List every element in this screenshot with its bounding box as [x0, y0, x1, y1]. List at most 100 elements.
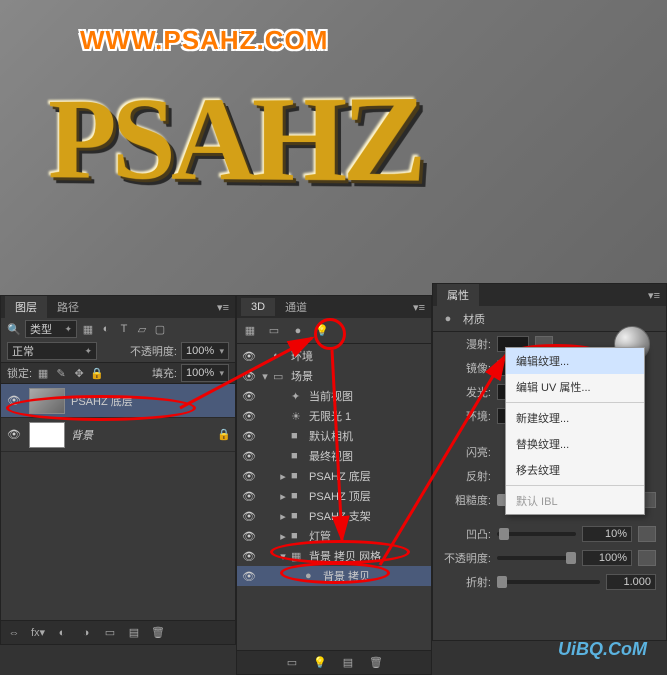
- mask-icon[interactable]: ◐: [55, 626, 69, 640]
- fill-label: 填充:: [152, 365, 177, 381]
- 3d-item[interactable]: 👁■默认相机: [237, 426, 431, 446]
- texture-context-menu: 编辑纹理... 编辑 UV 属性... 新建纹理... 替换纹理... 移去纹理…: [505, 347, 645, 515]
- visibility-icon[interactable]: 👁: [241, 410, 257, 423]
- 3d-item[interactable]: 👁▾▦背景 拷贝 网格: [237, 546, 431, 566]
- reflect-label: 反射:: [443, 468, 491, 484]
- new-icon[interactable]: ▤: [341, 656, 355, 670]
- tab-paths[interactable]: 路径: [47, 296, 89, 318]
- 3d-item[interactable]: 👁▸■PSAHZ 支架: [237, 506, 431, 526]
- adjustment-icon[interactable]: ◑: [79, 626, 93, 640]
- bump-value[interactable]: 10%: [582, 526, 632, 542]
- tab-channels[interactable]: 通道: [275, 296, 317, 318]
- opacity-slider[interactable]: [497, 556, 576, 560]
- visibility-icon[interactable]: 👁: [241, 350, 257, 363]
- ctx-edit-texture[interactable]: 编辑纹理...: [506, 348, 644, 374]
- tab-3d[interactable]: 3D: [241, 298, 275, 316]
- 3d-item[interactable]: 👁▾▭场景: [237, 366, 431, 386]
- filter-kind-select[interactable]: 类型✦: [25, 320, 77, 338]
- opacity-label: 不透明度:: [130, 343, 177, 359]
- filter-pixel-icon[interactable]: ▦: [81, 322, 95, 336]
- 3d-panel: 3D 通道 ▾≡ ▦ ▭ ● 💡 👁◐环境 👁 ▾ ▭ 场景 👁✦当前视图 👁☀无限光…: [236, 295, 432, 675]
- visibility-icon[interactable]: 👁: [241, 470, 257, 483]
- fill-value[interactable]: 100%▾: [181, 364, 229, 382]
- ctx-replace-texture[interactable]: 替换纹理...: [506, 431, 644, 457]
- bump-label: 凹凸:: [443, 526, 491, 542]
- visibility-icon[interactable]: 👁: [241, 510, 257, 523]
- visibility-icon[interactable]: 👁: [5, 394, 23, 407]
- 3d-item[interactable]: 👁☀无限光 1: [237, 406, 431, 426]
- 3d-item-label: 场景: [291, 368, 313, 384]
- fx-icon[interactable]: fx▾: [31, 626, 45, 640]
- filter-mesh-icon[interactable]: ▭: [267, 324, 281, 338]
- bump-texture-btn[interactable]: [638, 526, 656, 542]
- ambient-label: 环境:: [443, 408, 491, 424]
- visibility-icon[interactable]: 👁: [241, 490, 257, 503]
- filter-shape-icon[interactable]: ▱: [135, 322, 149, 336]
- ctx-separator: [506, 402, 644, 403]
- link-icon[interactable]: ⇔: [7, 626, 21, 640]
- visibility-icon[interactable]: 👁: [241, 450, 257, 463]
- disclosure-icon[interactable]: ▸: [279, 530, 287, 543]
- refract-slider[interactable]: [497, 580, 600, 584]
- refract-value[interactable]: 1.000: [606, 574, 656, 590]
- panel-menu-icon[interactable]: ▾≡: [211, 301, 235, 314]
- lock-trans-icon[interactable]: ▦: [36, 366, 50, 380]
- 3d-item[interactable]: 👁▸■PSAHZ 顶层: [237, 486, 431, 506]
- trash-icon[interactable]: 🗑: [369, 656, 383, 670]
- visibility-icon[interactable]: 👁: [241, 430, 257, 443]
- filter-light-icon[interactable]: 💡: [315, 324, 329, 338]
- panel-menu-icon[interactable]: ▾≡: [642, 289, 666, 302]
- visibility-icon[interactable]: 👁: [241, 390, 257, 403]
- opacity-value[interactable]: 100%: [582, 550, 632, 566]
- light-icon[interactable]: 💡: [313, 656, 327, 670]
- mesh-icon: ▦: [291, 550, 305, 563]
- lock-all-icon[interactable]: 🔒: [90, 366, 104, 380]
- filter-material-icon[interactable]: ●: [291, 324, 305, 338]
- visibility-icon[interactable]: 👁: [241, 550, 257, 563]
- filter-smart-icon[interactable]: ▢: [153, 322, 167, 336]
- 3d-item[interactable]: 👁✦当前视图: [237, 386, 431, 406]
- filter-adjust-icon[interactable]: ◐: [99, 322, 113, 336]
- group-icon[interactable]: ▭: [103, 626, 117, 640]
- shine-label: 闪亮:: [443, 444, 491, 460]
- disclosure-icon[interactable]: ▸: [279, 510, 287, 523]
- 3d-item[interactable]: 👁■最终视图: [237, 446, 431, 466]
- layer-thumbnail: [29, 422, 65, 448]
- ctx-new-texture[interactable]: 新建纹理...: [506, 405, 644, 431]
- blend-mode-select[interactable]: 正常✦: [7, 342, 97, 360]
- search-icon[interactable]: 🔍: [7, 322, 21, 336]
- 3d-item-selected[interactable]: 👁●背景 拷贝: [237, 566, 431, 586]
- filter-type-icon[interactable]: T: [117, 322, 131, 336]
- new-layer-icon[interactable]: ▤: [127, 626, 141, 640]
- layer-item-psahz[interactable]: 👁 PSAHZ 底层: [1, 384, 235, 418]
- 3d-item[interactable]: 👁▸■灯管: [237, 526, 431, 546]
- lock-pixel-icon[interactable]: ✎: [54, 366, 68, 380]
- 3d-item[interactable]: 👁◐环境: [237, 346, 431, 366]
- opacity-value[interactable]: 100%▾: [181, 342, 229, 360]
- layer-item-bg[interactable]: 👁 背景 🔒: [1, 418, 235, 452]
- visibility-icon[interactable]: 👁: [241, 530, 257, 543]
- 3d-item-label: 默认相机: [309, 428, 353, 444]
- 3d-item-label: 无限光 1: [309, 408, 351, 424]
- lock-pos-icon[interactable]: ✥: [72, 366, 86, 380]
- render-icon[interactable]: ▭: [285, 656, 299, 670]
- tab-layers[interactable]: 图层: [5, 296, 47, 318]
- ctx-edit-uv[interactable]: 编辑 UV 属性...: [506, 374, 644, 400]
- tab-properties[interactable]: 属性: [437, 284, 479, 306]
- 3d-tabs: 3D 通道 ▾≡: [237, 296, 431, 318]
- trash-icon[interactable]: 🗑: [151, 626, 165, 640]
- disclosure-icon[interactable]: ▸: [279, 470, 287, 483]
- opacity-texture-btn[interactable]: [638, 550, 656, 566]
- disclosure-icon[interactable]: ▸: [279, 490, 287, 503]
- visibility-icon[interactable]: 👁: [241, 370, 257, 383]
- disclosure-icon[interactable]: ▾: [279, 550, 287, 563]
- bump-slider[interactable]: [497, 532, 576, 536]
- 3d-item[interactable]: 👁▸■PSAHZ 底层: [237, 466, 431, 486]
- ctx-remove-texture[interactable]: 移去纹理: [506, 457, 644, 483]
- disclosure-icon[interactable]: ▾: [261, 370, 269, 383]
- visibility-icon[interactable]: 👁: [241, 570, 257, 583]
- filter-scene-icon[interactable]: ▦: [243, 324, 257, 338]
- panel-menu-icon[interactable]: ▾≡: [407, 301, 431, 314]
- visibility-icon[interactable]: 👁: [5, 428, 23, 441]
- ctx-default-ibl[interactable]: 默认 IBL: [506, 488, 644, 514]
